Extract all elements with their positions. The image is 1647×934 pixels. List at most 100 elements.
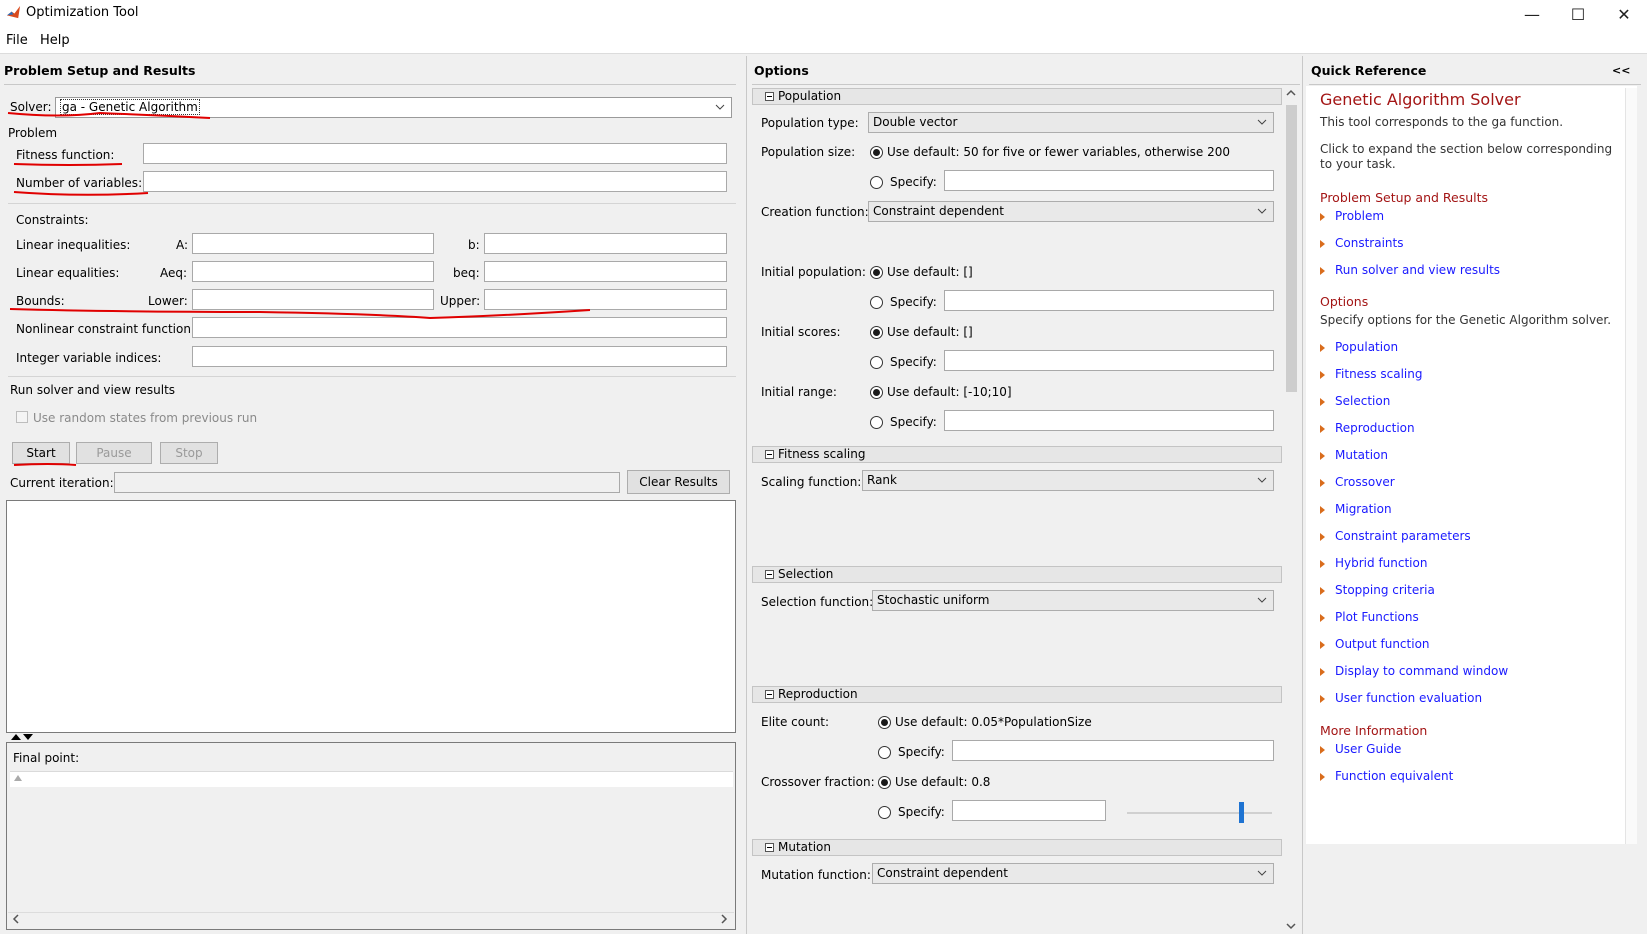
crossover-fraction-input[interactable] xyxy=(952,800,1106,821)
lower-bound-input[interactable] xyxy=(192,289,434,310)
qr-scrollbar[interactable] xyxy=(1625,88,1637,844)
stop-button[interactable]: Stop xyxy=(160,442,218,464)
expand-arrow-icon[interactable] xyxy=(1320,533,1325,541)
initial-population-default-radio[interactable] xyxy=(870,266,883,279)
scroll-down-icon[interactable] xyxy=(1286,922,1296,930)
crossover-slider-track[interactable] xyxy=(1127,812,1272,814)
expand-arrow-icon[interactable] xyxy=(1320,695,1325,703)
qr-link[interactable]: Display to command window xyxy=(1335,664,1508,678)
population-size-default-radio[interactable] xyxy=(870,146,883,159)
pause-button[interactable]: Pause xyxy=(76,442,152,464)
scaling-function-select[interactable]: Rank xyxy=(862,470,1274,491)
mutation-function-select[interactable]: Constraint dependent xyxy=(872,863,1274,884)
elite-count-input[interactable] xyxy=(952,740,1274,761)
qr-link[interactable]: Run solver and view results xyxy=(1335,263,1500,277)
qr-link[interactable]: Hybrid function xyxy=(1335,556,1427,570)
qr-link[interactable]: Plot Functions xyxy=(1335,610,1419,624)
qr-link[interactable]: Constraints xyxy=(1335,236,1403,250)
number-of-variables-input[interactable] xyxy=(143,171,727,192)
qr-link[interactable]: Constraint parameters xyxy=(1335,529,1471,543)
selection-section[interactable]: Selection xyxy=(752,566,1282,583)
upper-bound-input[interactable] xyxy=(484,289,727,310)
population-type-select[interactable]: Double vector xyxy=(868,112,1274,133)
clear-results-button[interactable]: Clear Results xyxy=(627,470,730,494)
panel-divider[interactable] xyxy=(1302,56,1303,934)
beq-vector-input[interactable] xyxy=(484,261,727,282)
scroll-left-icon[interactable] xyxy=(12,914,20,924)
expand-arrow-icon[interactable] xyxy=(1320,371,1325,379)
qr-link[interactable]: Migration xyxy=(1335,502,1392,516)
selection-function-select[interactable]: Stochastic uniform xyxy=(872,590,1274,611)
qr-link[interactable]: Population xyxy=(1335,340,1398,354)
horizontal-scrollbar[interactable] xyxy=(8,912,734,926)
qr-link[interactable]: Fitness scaling xyxy=(1335,367,1422,381)
final-point-table[interactable] xyxy=(10,771,733,787)
crossover-fraction-specify-radio[interactable] xyxy=(878,806,891,819)
expand-arrow-icon[interactable] xyxy=(1320,773,1325,781)
qr-link[interactable]: Mutation xyxy=(1335,448,1388,462)
nonlinear-constraint-input[interactable] xyxy=(192,317,727,338)
expand-arrow-icon[interactable] xyxy=(1320,587,1325,595)
qr-link[interactable]: Function equivalent xyxy=(1335,769,1453,783)
panel-divider[interactable] xyxy=(746,56,747,934)
fitness-function-input[interactable] xyxy=(143,143,727,164)
expand-arrow-icon[interactable] xyxy=(1320,240,1325,248)
random-states-checkbox[interactable] xyxy=(16,411,28,423)
qr-link[interactable]: User function evaluation xyxy=(1335,691,1482,705)
expand-arrow-icon[interactable] xyxy=(1320,668,1325,676)
population-size-input[interactable] xyxy=(944,170,1274,191)
initial-scores-input[interactable] xyxy=(944,350,1274,371)
qr-link[interactable]: Output function xyxy=(1335,637,1430,651)
splitter-arrows-icon[interactable] xyxy=(10,733,34,741)
initial-range-specify-radio[interactable] xyxy=(870,416,883,429)
scroll-up-icon[interactable] xyxy=(1286,89,1296,97)
qr-link[interactable]: Reproduction xyxy=(1335,421,1415,435)
qr-link[interactable]: User Guide xyxy=(1335,742,1401,756)
expand-arrow-icon[interactable] xyxy=(1320,213,1325,221)
fitness-scaling-section[interactable]: Fitness scaling xyxy=(752,446,1282,463)
expand-arrow-icon[interactable] xyxy=(1320,641,1325,649)
reproduction-section[interactable]: Reproduction xyxy=(752,686,1282,703)
initial-population-specify-radio[interactable] xyxy=(870,296,883,309)
scrollbar-thumb[interactable] xyxy=(1286,105,1297,392)
A-matrix-input[interactable] xyxy=(192,233,434,254)
integer-indices-input[interactable] xyxy=(192,346,727,367)
expand-arrow-icon[interactable] xyxy=(1320,746,1325,754)
b-vector-input[interactable] xyxy=(484,233,727,254)
solver-select[interactable]: ga - Genetic Algorithm xyxy=(55,97,732,118)
elite-count-specify-radio[interactable] xyxy=(878,746,891,759)
expand-arrow-icon[interactable] xyxy=(1320,267,1325,275)
crossover-fraction-default-radio[interactable] xyxy=(878,776,891,789)
expand-arrow-icon[interactable] xyxy=(1320,398,1325,406)
scroll-right-icon[interactable] xyxy=(720,914,728,924)
qr-link[interactable]: Selection xyxy=(1335,394,1390,408)
menu-file[interactable]: File xyxy=(6,33,28,48)
qr-link[interactable]: Stopping criteria xyxy=(1335,583,1435,597)
qr-link[interactable]: Crossover xyxy=(1335,475,1395,489)
initial-range-default-radio[interactable] xyxy=(870,386,883,399)
expand-arrow-icon[interactable] xyxy=(1320,614,1325,622)
menu-help[interactable]: Help xyxy=(40,33,70,48)
initial-range-input[interactable] xyxy=(944,410,1274,431)
elite-count-default-radio[interactable] xyxy=(878,716,891,729)
expand-arrow-icon[interactable] xyxy=(1320,479,1325,487)
Aeq-matrix-input[interactable] xyxy=(192,261,434,282)
expand-arrow-icon[interactable] xyxy=(1320,560,1325,568)
start-button[interactable]: Start xyxy=(12,442,70,464)
minimize-button[interactable]: — xyxy=(1509,0,1555,28)
close-button[interactable]: ✕ xyxy=(1601,0,1647,28)
maximize-button[interactable]: ☐ xyxy=(1555,0,1601,28)
initial-population-input[interactable] xyxy=(944,290,1274,311)
population-size-specify-radio[interactable] xyxy=(870,176,883,189)
results-textarea[interactable] xyxy=(6,500,736,733)
population-section[interactable]: Population xyxy=(752,88,1282,105)
collapse-quick-reference-button[interactable]: << xyxy=(1612,64,1630,77)
qr-link[interactable]: Problem xyxy=(1335,209,1384,223)
mutation-section[interactable]: Mutation xyxy=(752,839,1282,856)
initial-scores-specify-radio[interactable] xyxy=(870,356,883,369)
expand-arrow-icon[interactable] xyxy=(1320,425,1325,433)
expand-arrow-icon[interactable] xyxy=(1320,344,1325,352)
creation-function-select[interactable]: Constraint dependent xyxy=(868,201,1274,222)
expand-arrow-icon[interactable] xyxy=(1320,506,1325,514)
expand-arrow-icon[interactable] xyxy=(1320,452,1325,460)
